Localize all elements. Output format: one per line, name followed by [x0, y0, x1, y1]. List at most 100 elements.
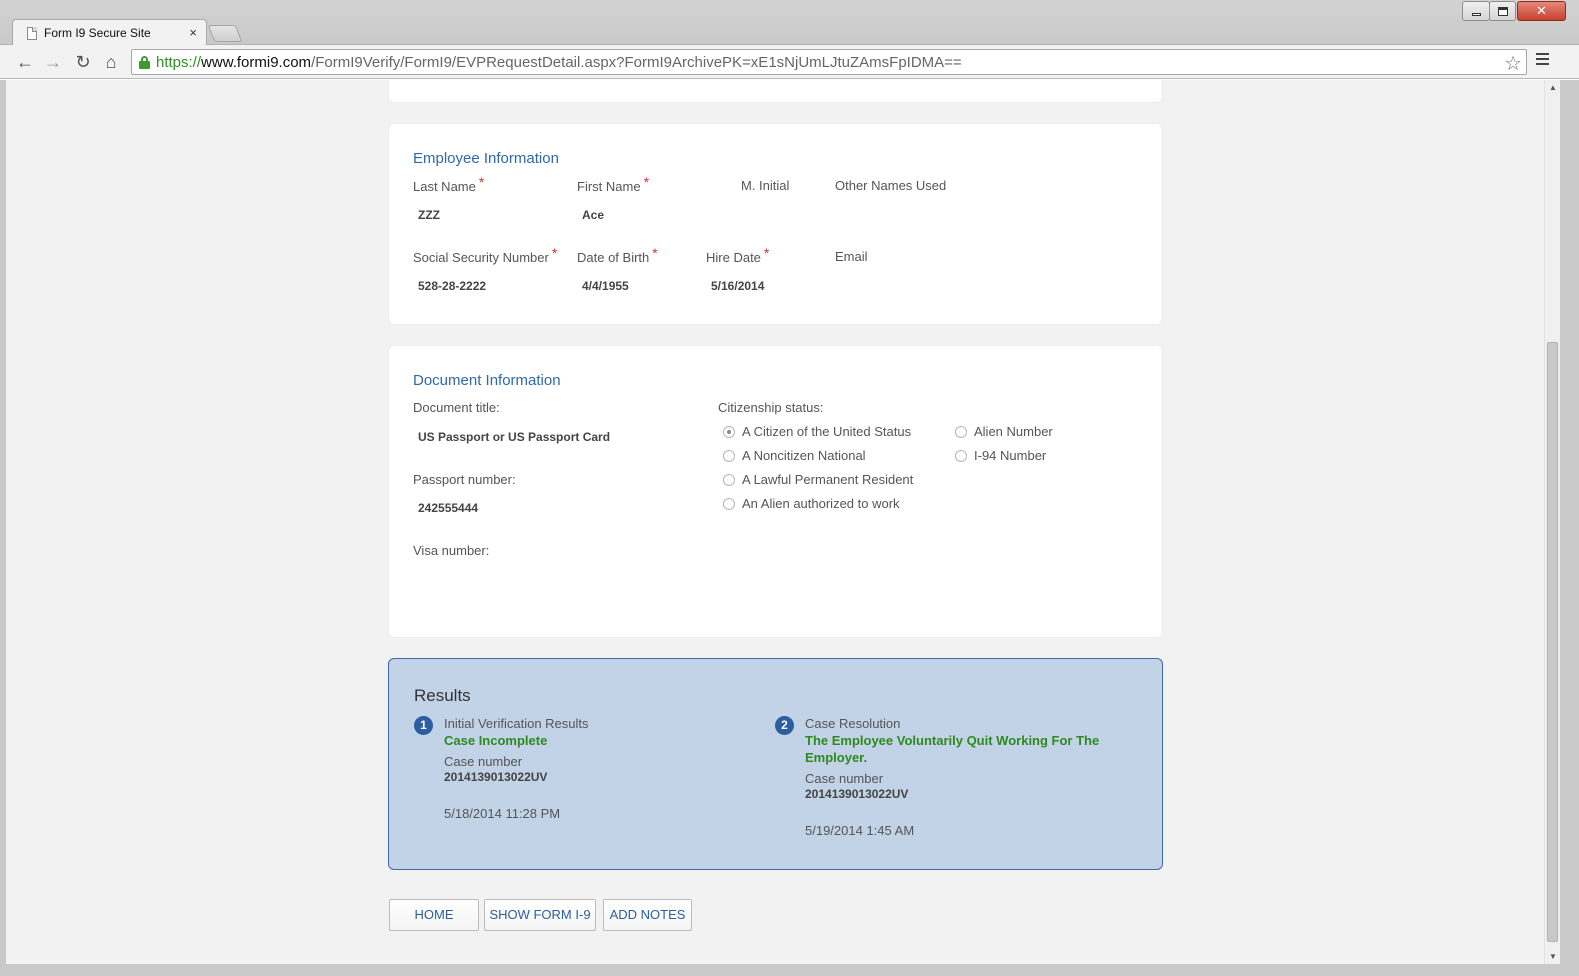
- verification-date: 5/18/2014 11:28 PM: [444, 806, 561, 821]
- home-button[interactable]: HOME: [389, 899, 479, 931]
- resolution-date: 5/19/2014 1:45 AM: [805, 823, 915, 838]
- show-form-i9-button[interactable]: SHOW FORM I-9: [484, 899, 596, 931]
- other-names-label: Other Names Used: [835, 178, 947, 193]
- last-name-label-text: Last Name: [413, 179, 476, 194]
- case-number-value: 2014139013022UV: [444, 770, 548, 784]
- tab-title: Form I9 Secure Site: [44, 26, 151, 40]
- close-icon: ✕: [1536, 3, 1547, 18]
- case-number-label: Case number: [805, 771, 884, 786]
- required-marker: *: [643, 174, 650, 190]
- case-number-label: Case number: [444, 754, 523, 769]
- page-viewport: Employee Information Last Name * ZZZ Firs…: [6, 80, 1544, 964]
- url-scheme: https://: [156, 54, 202, 71]
- radio-button[interactable]: [723, 497, 735, 510]
- close-window-button[interactable]: ✕: [1517, 1, 1566, 21]
- new-tab-button[interactable]: [207, 25, 243, 42]
- radio-button[interactable]: [723, 425, 735, 438]
- passport-number-label: Passport number:: [413, 472, 516, 487]
- radio-label: A Noncitizen National: [742, 448, 866, 463]
- document-information-card: Document Information Document title: US …: [388, 345, 1163, 638]
- add-notes-button[interactable]: ADD NOTES: [603, 899, 692, 931]
- initial-verification-label: Initial Verification Results: [444, 716, 589, 731]
- citizenship-option-permanent-resident[interactable]: A Lawful Permanent Resident: [723, 472, 913, 487]
- required-marker: *: [478, 174, 485, 190]
- first-name-label-text: First Name: [577, 179, 641, 194]
- step-2-badge: 2: [775, 716, 794, 735]
- radio-button[interactable]: [723, 473, 735, 486]
- first-name-label: First Name *: [577, 174, 649, 194]
- ssn-value: 528-28-2222: [418, 279, 487, 293]
- scroll-thumb[interactable]: [1547, 342, 1558, 942]
- required-marker: *: [652, 245, 658, 261]
- lock-icon: [139, 56, 150, 69]
- citizenship-option-citizen[interactable]: A Citizen of the United Status: [723, 424, 911, 439]
- case-resolution-status: The Employee Voluntarily Quit Working Fo…: [805, 733, 1100, 765]
- url-host: www.formi9.com: [201, 54, 312, 71]
- document-title-value: US Passport or US Passport Card: [418, 430, 611, 444]
- dob-label: Date of Birth *: [577, 245, 658, 265]
- scroll-down-arrow-icon[interactable]: ▼: [1549, 952, 1557, 961]
- window-frame-right: [1560, 80, 1579, 976]
- first-name-value: Ace: [582, 208, 605, 222]
- citizenship-option-noncitizen[interactable]: A Noncitizen National: [723, 448, 866, 463]
- url-text[interactable]: https://www.formi9.com/FormI9Verify/Form…: [156, 54, 962, 71]
- citizenship-option-alien-authorized[interactable]: An Alien authorized to work: [723, 496, 900, 511]
- back-arrow-icon[interactable]: ←: [14, 51, 36, 73]
- required-marker: *: [551, 245, 558, 261]
- vertical-scrollbar[interactable]: ▲ ▼: [1544, 80, 1560, 964]
- radio-label: A Citizen of the United Status: [742, 424, 912, 439]
- window-titlebar: Form I9 Secure Site × ✕: [0, 0, 1579, 46]
- citizenship-status-label: Citizenship status:: [718, 400, 824, 415]
- dob-value: 4/4/1955: [582, 279, 629, 293]
- page-icon: [27, 27, 37, 40]
- last-name-value: ZZZ: [418, 208, 440, 222]
- hire-date-value: 5/16/2014: [711, 279, 765, 293]
- radio-label: A Lawful Permanent Resident: [742, 472, 914, 487]
- results-title: Results: [414, 686, 471, 705]
- forward-arrow-icon[interactable]: →: [42, 51, 64, 73]
- previous-section-card: [388, 80, 1163, 103]
- case-number-value: 2014139013022UV: [805, 787, 909, 801]
- radio-button[interactable]: [955, 449, 967, 462]
- scroll-up-arrow-icon[interactable]: ▲: [1549, 83, 1557, 92]
- required-marker: *: [763, 245, 770, 261]
- url-path: /FormI9Verify/FormI9/EVPRequestDetail.as…: [311, 54, 962, 71]
- radio-button[interactable]: [955, 425, 967, 438]
- address-bar[interactable]: https://www.formi9.com/FormI9Verify/Form…: [131, 49, 1527, 75]
- employee-information-card: Employee Information Last Name * ZZZ Firs…: [388, 123, 1163, 325]
- radio-button[interactable]: [723, 449, 735, 462]
- ssn-label: Social Security Number *: [413, 245, 557, 265]
- minimize-icon: [1471, 12, 1481, 16]
- tab-close-icon[interactable]: ×: [189, 25, 197, 40]
- results-panel: Results 1 Initial Verification Results C…: [388, 658, 1163, 870]
- maximize-icon: [1497, 6, 1508, 16]
- minimize-button[interactable]: [1462, 1, 1490, 21]
- number-option-i94-number[interactable]: I-94 Number: [955, 448, 1046, 463]
- window-frame-bottom: [0, 964, 1579, 976]
- passport-number-value: 242555444: [418, 501, 479, 515]
- bookmark-star-icon[interactable]: ☆: [1504, 51, 1522, 76]
- number-option-alien-number[interactable]: Alien Number: [955, 424, 1053, 439]
- maximize-button[interactable]: [1489, 1, 1516, 21]
- document-section-title: Document Information: [413, 372, 561, 389]
- ssn-label-text: Social Security Number: [413, 250, 549, 265]
- hire-date-label: Hire Date *: [706, 245, 769, 265]
- case-resolution-label: Case Resolution: [805, 716, 901, 731]
- employee-section-title: Employee Information: [413, 150, 559, 167]
- email-label: Email: [835, 249, 868, 264]
- radio-label: I-94 Number: [974, 448, 1047, 463]
- home-icon[interactable]: ⌂: [100, 51, 122, 73]
- middle-initial-label: M. Initial: [741, 178, 790, 193]
- step-1-badge: 1: [414, 716, 433, 735]
- browser-tab[interactable]: Form I9 Secure Site ×: [12, 19, 207, 46]
- dob-label-text: Date of Birth: [577, 250, 650, 265]
- document-title-label: Document title:: [413, 400, 500, 415]
- radio-label: Alien Number: [974, 424, 1053, 439]
- browser-toolbar: ← → ↻ ⌂ https://www.formi9.com/FormI9Ver…: [0, 45, 1579, 79]
- last-name-label: Last Name *: [413, 174, 484, 194]
- browser-menu-icon[interactable]: [1536, 53, 1550, 69]
- initial-verification-status: Case Incomplete: [444, 733, 548, 748]
- reload-icon[interactable]: ↻: [72, 51, 94, 73]
- visa-number-label: Visa number:: [413, 543, 490, 558]
- hire-date-label-text: Hire Date: [706, 250, 761, 265]
